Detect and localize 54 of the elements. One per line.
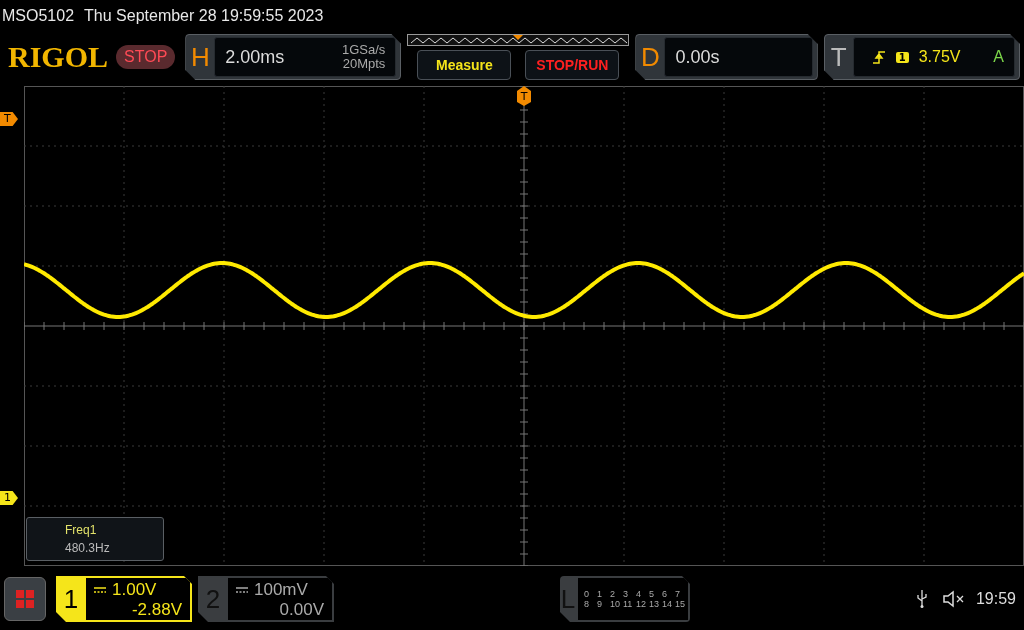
horizontal-label: H [189, 41, 211, 73]
grid-icon [15, 589, 35, 609]
dc-coupling-icon [94, 587, 106, 593]
trigger-mode: A [993, 48, 1004, 66]
logic-channel-number: 8 [584, 599, 590, 609]
logic-channel-number: 7 [675, 589, 681, 599]
logic-channel-number: 13 [649, 599, 660, 609]
logic-channel-number: 3 [623, 589, 629, 599]
logic-channel-number: 9 [597, 599, 603, 609]
channel-marker[interactable]: 1 [0, 491, 18, 505]
delay-label: D [640, 41, 661, 73]
trigger-level: 3.75V [918, 48, 961, 66]
logic-channel-number: 10 [610, 599, 621, 609]
logic-channel-number: 15 [675, 599, 686, 609]
memory-depth: 20Mpts [342, 57, 386, 71]
logic-channel-number: 12 [636, 599, 647, 609]
timebase-value: 2.00ms [225, 46, 285, 68]
logic-channel-number: 6 [662, 589, 668, 599]
date-time: Thu September 28 19:59:55 2023 [84, 7, 324, 25]
logo: RIGOL [8, 40, 109, 74]
clock-time: 19:59 [975, 590, 1016, 608]
channel-offset: -2.88V [131, 600, 182, 620]
logic-channel-number: 11 [623, 599, 634, 609]
run-status: STOP [116, 45, 176, 69]
mute-icon[interactable] [941, 590, 966, 608]
horizontal-panel[interactable]: H 2.00ms 1GSa/s 20Mpts [185, 34, 402, 80]
measurement-box[interactable]: Freq1 480.3Hz [26, 517, 164, 561]
channel-panel[interactable]: 1 1.00V -2.88V [56, 576, 192, 622]
logic-channel-number: 4 [636, 589, 642, 599]
model-name: MSO5102 [2, 7, 75, 25]
measurement-value: 480.3Hz [65, 541, 111, 555]
trigger-label: T [829, 41, 848, 73]
trigger-panel[interactable]: T 1 3.75V A [823, 34, 1020, 80]
delay-panel[interactable]: D 0.00s [635, 34, 818, 80]
stop-run-button[interactable]: STOP/RUN [525, 50, 620, 80]
rising-edge-icon [871, 50, 886, 64]
logic-channel-number: 0 [584, 589, 590, 599]
channel-scale: 100mV [254, 580, 308, 600]
channel-number: 1 [62, 582, 80, 616]
logic-channel-number: 14 [662, 599, 673, 609]
trigger-position-marker[interactable]: T [517, 86, 531, 106]
sample-rate: 1GSa/s [342, 43, 386, 57]
trigger-level-marker[interactable]: T [0, 112, 18, 126]
logic-channel-number: 2 [610, 589, 616, 599]
delay-value: 0.00s [675, 46, 720, 68]
channel-offset: 0.00V [279, 600, 324, 620]
usb-icon [915, 589, 928, 609]
logic-channel-number: 1 [597, 589, 603, 599]
trigger-source: 1 [895, 51, 909, 63]
measure-button[interactable]: Measure [417, 50, 512, 80]
channel-scale: 1.00V [112, 580, 157, 600]
logic-channel-number: 5 [649, 589, 655, 599]
measurement-name: Freq1 [65, 523, 98, 537]
dc-coupling-icon [236, 587, 248, 593]
